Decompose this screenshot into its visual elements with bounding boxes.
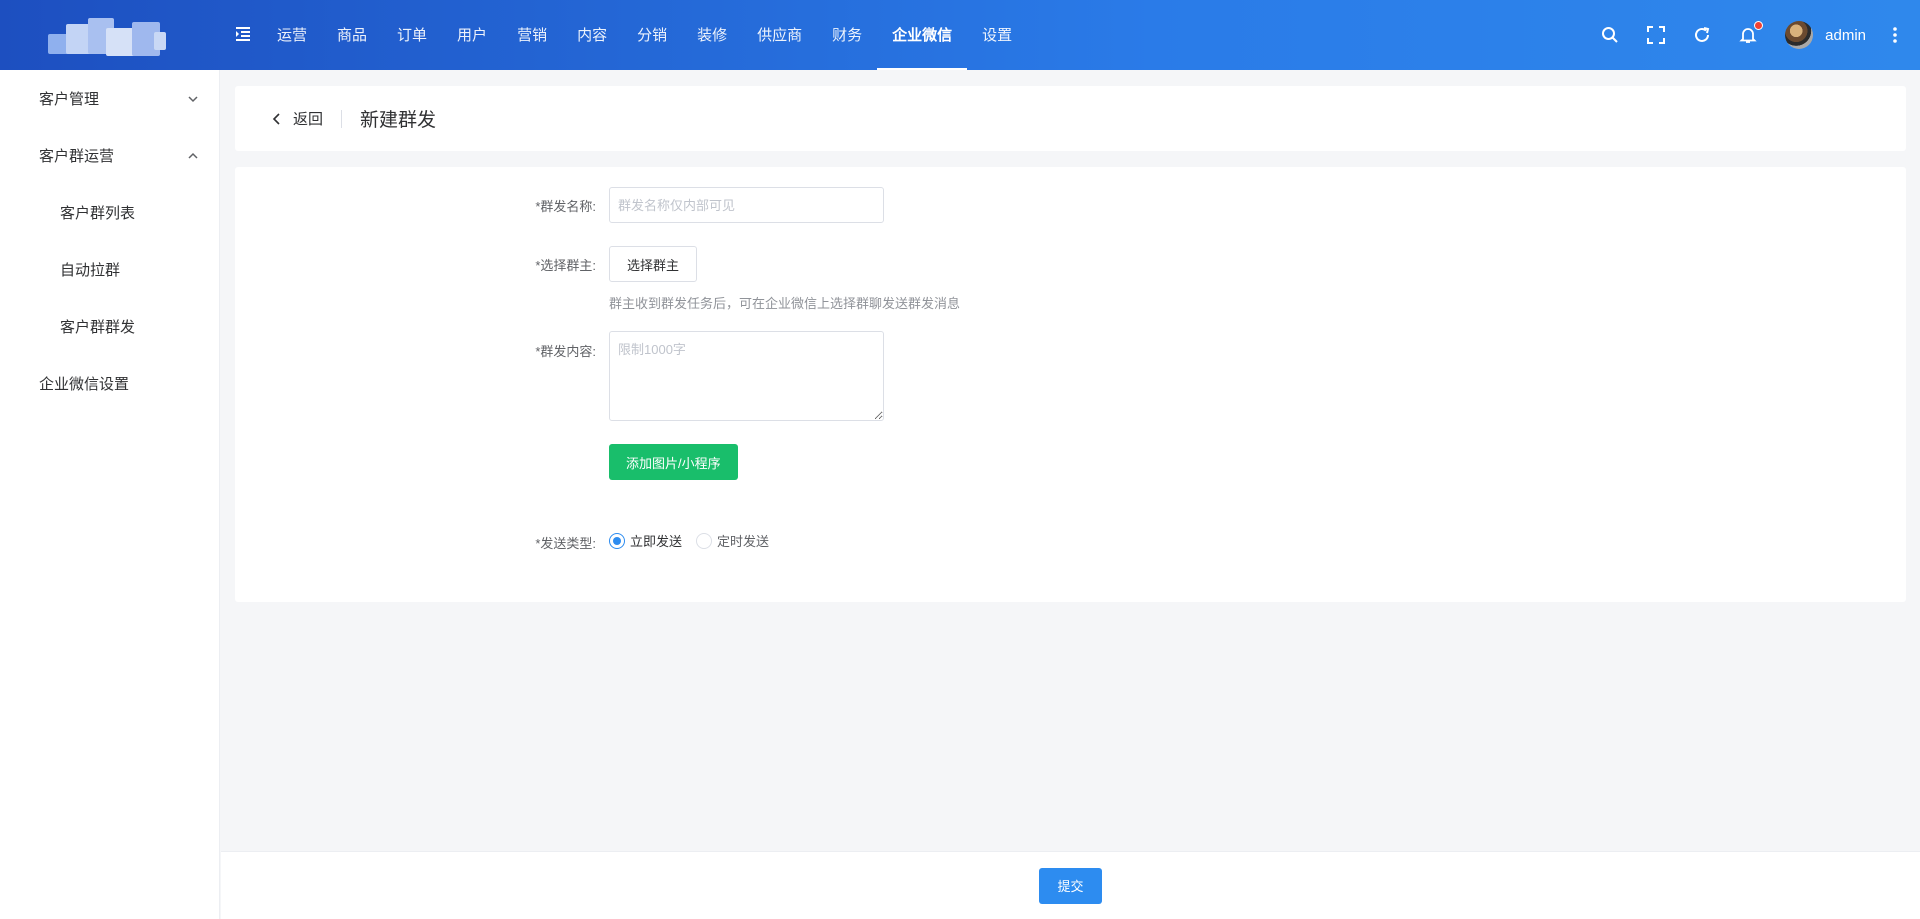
owner-hint: 群主收到群发任务后，可在企业微信上选择群聊发送群发消息 [609, 296, 961, 311]
sidebar-item-auto-group[interactable]: 自动拉群 [0, 241, 219, 298]
form-card: *群发名称: *选择群主: 选择群主 群主收到群发任务后，可在企业微信上选择群聊… [235, 167, 1906, 602]
avatar[interactable] [1785, 21, 1814, 49]
nav-content[interactable]: 内容 [562, 0, 622, 70]
chevron-down-icon [188, 95, 198, 102]
divider [341, 109, 343, 128]
nav-supplier[interactable]: 供应商 [742, 0, 817, 70]
nav-users[interactable]: 用户 [442, 0, 502, 70]
search-icon[interactable] [1599, 24, 1621, 46]
radio-dot [696, 532, 713, 549]
back-button[interactable]: 返回 [271, 108, 323, 129]
add-media-button[interactable]: 添加图片/小程序 [609, 444, 738, 480]
refresh-icon[interactable] [1691, 24, 1713, 46]
header-tools: admin [1587, 0, 1920, 70]
sidebar-item-group-list[interactable]: 客户群列表 [0, 184, 219, 241]
nav-decoration[interactable]: 装修 [682, 0, 742, 70]
sidebar-item-label: 客户管理 [39, 91, 100, 108]
back-label: 返回 [293, 111, 324, 128]
group-broadcast-name-input[interactable] [609, 187, 884, 223]
content-label: *群发内容: [535, 344, 596, 359]
sidebar-item-group-ops[interactable]: 客户群运营 [0, 127, 219, 184]
radio-send-now[interactable]: 立即发送 [609, 531, 682, 550]
top-nav: 运营 商品 订单 用户 营销 内容 分销 装修 供应商 财务 企业微信 设置 [262, 0, 1027, 70]
nav-finance[interactable]: 财务 [817, 0, 877, 70]
sidebar: 客户管理 客户群运营 客户群列表 自动拉群 客户群群发 企业微信设置 [0, 70, 220, 919]
footer-bar: 提交 [221, 851, 1920, 919]
content-textarea[interactable] [609, 331, 884, 421]
sidebar-item-wecom-settings[interactable]: 企业微信设置 [0, 355, 219, 412]
nav-marketing[interactable]: 营销 [502, 0, 562, 70]
page-header: 返回 新建群发 [235, 86, 1906, 151]
sidebar-item-customer-mgmt[interactable]: 客户管理 [0, 70, 219, 127]
chevron-left-icon [272, 112, 280, 125]
nav-distribution[interactable]: 分销 [622, 0, 682, 70]
bell-icon[interactable] [1737, 21, 1764, 46]
radio-dot [609, 532, 625, 549]
username[interactable]: admin [1825, 27, 1866, 44]
nav-ops[interactable]: 运营 [262, 0, 322, 70]
nav-orders[interactable]: 订单 [382, 0, 442, 70]
send-type-label: *发送类型: [535, 536, 596, 551]
more-vertical-icon[interactable] [1886, 26, 1904, 44]
nav-goods[interactable]: 商品 [322, 0, 382, 70]
owner-label: *选择群主: [535, 258, 596, 273]
menu-fold-icon[interactable] [233, 24, 253, 44]
nav-wecom[interactable]: 企业微信 [877, 0, 968, 70]
notification-dot [1754, 21, 1764, 30]
top-header: 运营 商品 订单 用户 营销 内容 分销 装修 供应商 财务 企业微信 设置 a… [0, 0, 1920, 70]
submit-button[interactable]: 提交 [1039, 867, 1102, 904]
select-owner-button[interactable]: 选择群主 [609, 246, 698, 282]
chevron-up-icon [188, 152, 198, 159]
sidebar-item-group-broadcast[interactable]: 客户群群发 [0, 298, 219, 355]
logo[interactable] [48, 14, 166, 60]
sidebar-item-label: 企业微信设置 [39, 376, 130, 393]
page-title: 新建群发 [360, 110, 437, 131]
fullscreen-icon[interactable] [1645, 24, 1667, 46]
nav-settings[interactable]: 设置 [967, 0, 1027, 70]
send-type-radio-group: 立即发送 定时发送 [609, 531, 783, 550]
radio-send-scheduled[interactable]: 定时发送 [696, 531, 769, 550]
name-label: *群发名称: [535, 199, 596, 214]
sidebar-item-label: 客户群运营 [39, 148, 115, 165]
